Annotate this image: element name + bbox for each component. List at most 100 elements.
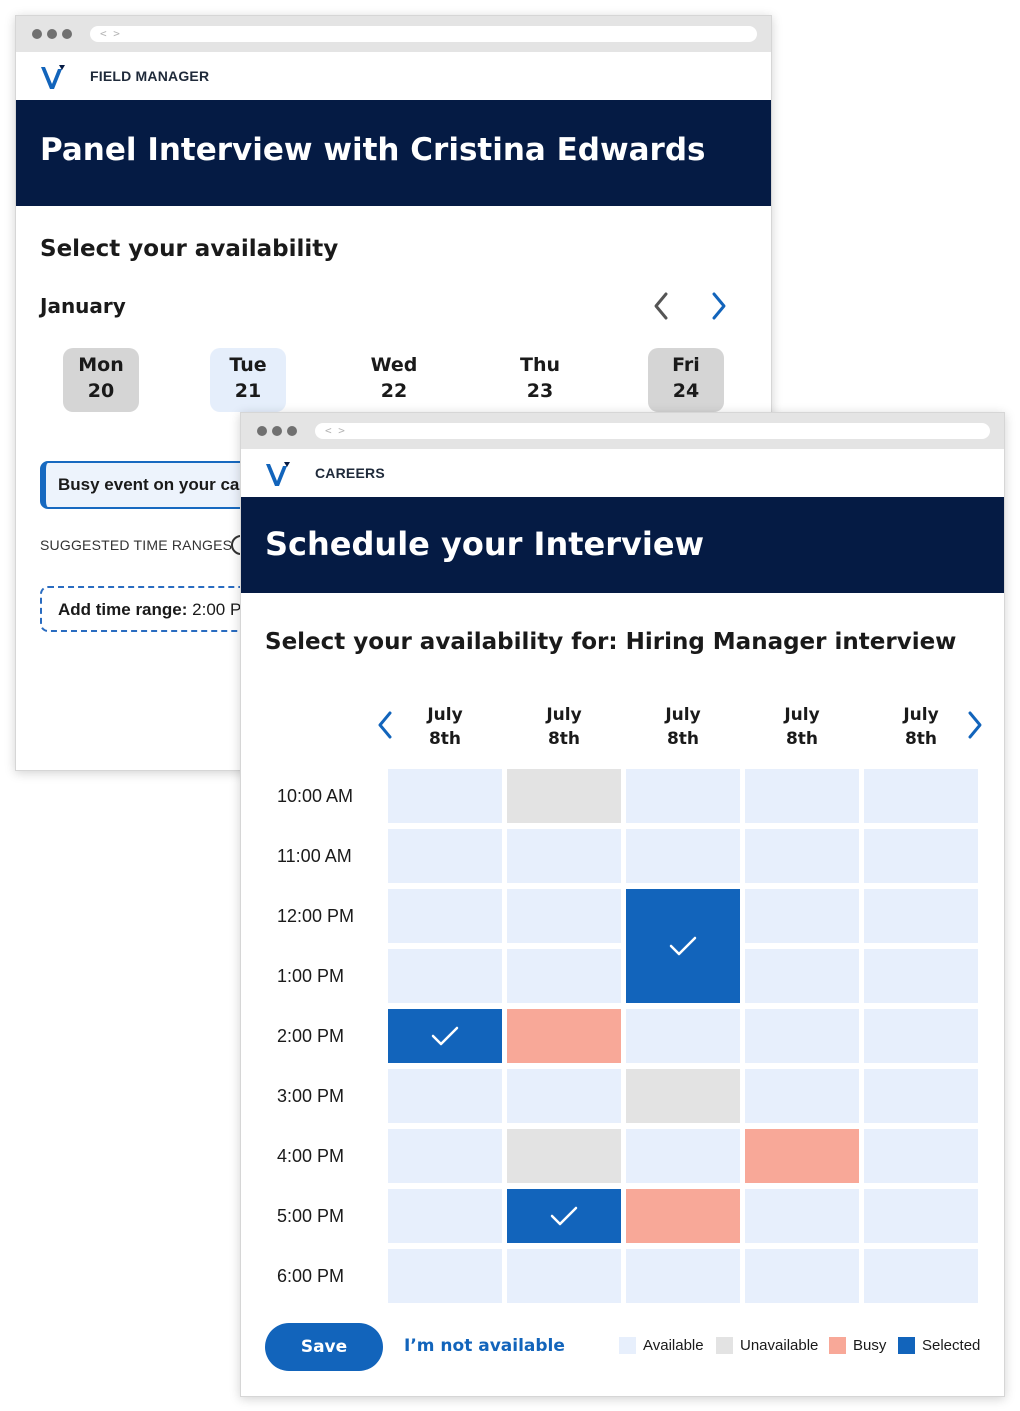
time-slot-available[interactable] — [745, 1189, 859, 1243]
time-slot-available[interactable] — [388, 1189, 502, 1243]
chevron-right-icon[interactable] — [704, 286, 734, 326]
suggested-time-ranges-label: SUGGESTED TIME RANGES — [40, 537, 233, 553]
time-slot-selected[interactable] — [626, 889, 740, 1003]
time-slot-unavailable[interactable] — [507, 1129, 621, 1183]
column-day: 8th — [428, 729, 462, 749]
time-slot-available[interactable] — [745, 769, 859, 823]
time-slot-available[interactable] — [864, 1129, 978, 1183]
time-slot-available[interactable] — [864, 1009, 978, 1063]
time-slot-available[interactable] — [745, 889, 859, 943]
time-slot-busy[interactable] — [507, 1009, 621, 1063]
time-slot-available[interactable] — [626, 1009, 740, 1063]
time-slot-busy[interactable] — [745, 1129, 859, 1183]
window-dot[interactable] — [257, 426, 267, 436]
date-column-header: July 8th — [626, 703, 740, 751]
time-slot-available[interactable] — [507, 829, 621, 883]
window-controls[interactable] — [32, 29, 72, 39]
time-slot-available[interactable] — [507, 949, 621, 1003]
window-controls[interactable] — [257, 426, 297, 436]
time-label: 4:00 PM — [277, 1146, 345, 1166]
time-slot-available[interactable] — [864, 829, 978, 883]
save-button[interactable]: Save — [265, 1323, 383, 1371]
month-label: January — [40, 294, 126, 318]
brand-logo-icon — [266, 462, 290, 486]
date-column-header: July 8th — [388, 703, 502, 751]
window-dot[interactable] — [47, 29, 57, 39]
day-option[interactable]: Fri 24 — [648, 348, 724, 412]
legend-item: Available — [619, 1337, 704, 1354]
day-name: Thu — [519, 354, 560, 376]
time-slot-available[interactable] — [388, 1129, 502, 1183]
time-label: 1:00 PM — [277, 966, 345, 986]
column-month: July — [546, 705, 582, 725]
time-slot-selected[interactable] — [507, 1189, 621, 1243]
time-slot-available[interactable] — [507, 889, 621, 943]
time-slot-available[interactable] — [864, 949, 978, 1003]
url-bar[interactable]: < > — [315, 423, 990, 439]
window-dot[interactable] — [287, 426, 297, 436]
time-slot-available[interactable] — [388, 829, 502, 883]
time-slot-available[interactable] — [626, 1249, 740, 1303]
day-option[interactable]: Thu 23 — [502, 348, 578, 412]
time-slot-unavailable[interactable] — [507, 769, 621, 823]
chevron-left-icon[interactable] — [646, 286, 676, 326]
time-slot-available[interactable] — [745, 949, 859, 1003]
window-dot[interactable] — [272, 426, 282, 436]
section-title: Select your availability — [40, 236, 339, 262]
day-name: Tue — [229, 354, 267, 376]
day-option[interactable]: Mon 20 — [63, 348, 139, 412]
url-bar[interactable]: < > — [90, 26, 757, 42]
window-dot[interactable] — [62, 29, 72, 39]
time-slot-available[interactable] — [626, 769, 740, 823]
window-dot[interactable] — [32, 29, 42, 39]
time-slot-available[interactable] — [388, 769, 502, 823]
app-header: FIELD MANAGER — [16, 52, 771, 100]
time-slot-available[interactable] — [864, 1069, 978, 1123]
time-slot-available[interactable] — [864, 889, 978, 943]
time-label: 2:00 PM — [277, 1026, 345, 1046]
time-slot-available[interactable] — [745, 1009, 859, 1063]
app-name: FIELD MANAGER — [90, 68, 210, 84]
column-day: 8th — [666, 729, 700, 749]
not-available-link[interactable]: I’m not available — [404, 1336, 565, 1356]
time-slot-available[interactable] — [626, 1129, 740, 1183]
time-slot-available[interactable] — [626, 829, 740, 883]
legend-label: Available — [643, 1337, 704, 1354]
code-icon: < > — [325, 424, 345, 437]
time-slot-available[interactable] — [507, 1069, 621, 1123]
column-month: July — [903, 705, 939, 725]
legend-item: Unavailable — [716, 1337, 818, 1354]
day-name: Wed — [370, 354, 418, 376]
time-slot-available[interactable] — [388, 889, 502, 943]
legend-label: Busy — [853, 1337, 887, 1354]
time-slot-available[interactable] — [745, 829, 859, 883]
date-column-header: July 8th — [507, 703, 621, 751]
time-label: 3:00 PM — [277, 1086, 345, 1106]
time-slot-available[interactable] — [507, 1249, 621, 1303]
date-column-header: July 8th — [745, 703, 859, 751]
column-day: 8th — [547, 729, 581, 749]
time-slot-available[interactable] — [864, 769, 978, 823]
time-slot-busy[interactable] — [626, 1189, 740, 1243]
time-slot-available[interactable] — [864, 1249, 978, 1303]
time-slot-available[interactable] — [864, 1189, 978, 1243]
legend-item: Busy — [829, 1337, 886, 1354]
time-label: 11:00 AM — [277, 846, 352, 866]
legend-label: Unavailable — [740, 1337, 819, 1354]
time-slot-selected[interactable] — [388, 1009, 502, 1063]
time-label: 5:00 PM — [277, 1206, 345, 1226]
section-title: Select your availability for: Hiring Man… — [265, 629, 957, 655]
time-slot-available[interactable] — [745, 1249, 859, 1303]
day-option[interactable]: Wed 22 — [356, 348, 432, 412]
column-month: July — [665, 705, 701, 725]
day-date: 21 — [234, 380, 262, 402]
date-column-header: July 8th — [864, 703, 978, 751]
time-slot-available[interactable] — [388, 949, 502, 1003]
time-slot-available[interactable] — [745, 1069, 859, 1123]
day-option[interactable]: Tue 21 — [210, 348, 286, 412]
time-slot-unavailable[interactable] — [626, 1069, 740, 1123]
legend-swatch — [716, 1337, 733, 1354]
time-slot-available[interactable] — [388, 1249, 502, 1303]
time-slot-available[interactable] — [388, 1069, 502, 1123]
legend-item: Selected — [898, 1337, 980, 1354]
